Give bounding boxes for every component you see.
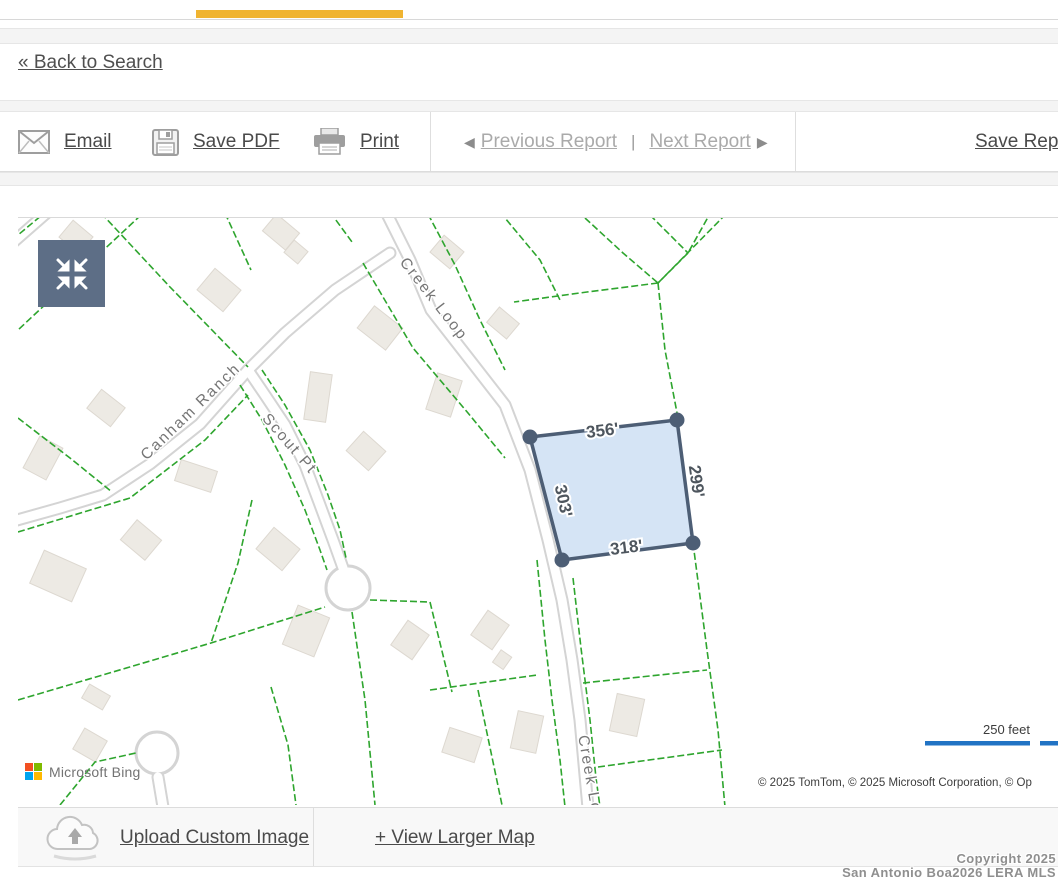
save-report-label[interactable]: Save Rep: [975, 131, 1058, 153]
divider-band-top: [0, 28, 1058, 44]
copyright-watermark: Copyright 2025 San Antonio Boa2026 LERA …: [842, 852, 1056, 880]
previous-report-label[interactable]: Previous Report: [481, 131, 617, 153]
previous-report-button[interactable]: ◀ Previous Report | Next Report ▶: [458, 112, 774, 172]
toolbar-separator-2: [795, 112, 796, 171]
scale-bar-segment-1: [925, 741, 1030, 746]
view-larger-map-button[interactable]: + View Larger Map: [375, 808, 535, 868]
parcel-dim-top: 356': [585, 419, 619, 442]
save-pdf-button[interactable]: Save PDF: [152, 112, 280, 172]
divider-band-bottom: [0, 172, 1058, 186]
toolbar-separator-1: [430, 112, 431, 171]
footer-separator: [313, 808, 314, 866]
scale-label: 250 feet: [983, 722, 1030, 737]
watermark-line2: San Antonio Boa2026 LERA MLS: [842, 866, 1056, 880]
scale-bar-segment-2: [1040, 741, 1058, 746]
report-toolbar: Email Save PDF Print ◀ Previou: [0, 112, 1058, 172]
active-tab-indicator[interactable]: [196, 10, 403, 18]
bing-logo-label: Microsoft Bing: [49, 764, 141, 780]
map-scale: 250 feet: [925, 722, 1058, 746]
street-label-canham-ranch: Canham Ranch: [138, 360, 245, 464]
map-container: 356' 299' 318' 303' Creek Loop Canham Ra…: [18, 217, 1058, 805]
microsoft-bing-logo[interactable]: Microsoft Bing: [25, 763, 141, 780]
street-label-creek-loop: Creek Loop: [396, 255, 471, 344]
map-attribution: © 2025 TomTom, © 2025 Microsoft Corporat…: [758, 777, 1032, 789]
divider-band-mid: [0, 100, 1058, 112]
print-button[interactable]: Print: [313, 112, 399, 172]
print-label[interactable]: Print: [360, 131, 399, 153]
save-report-button[interactable]: Save Rep: [975, 112, 1058, 172]
previous-arrow-icon: ◀: [458, 134, 481, 151]
microsoft-logo-icon: [25, 763, 42, 780]
next-arrow-icon: ▶: [751, 134, 774, 151]
upload-custom-image-label[interactable]: Upload Custom Image: [120, 827, 309, 849]
next-report-label[interactable]: Next Report: [649, 131, 750, 153]
cloud-upload-icon: [44, 815, 106, 861]
watermark-line1: Copyright 2025: [842, 852, 1056, 866]
email-label[interactable]: Email: [64, 131, 112, 153]
email-button[interactable]: Email: [18, 112, 112, 172]
printer-icon: [313, 128, 346, 156]
email-envelope-icon: [18, 130, 50, 154]
top-tab-strip: [0, 0, 1058, 20]
view-larger-map-label[interactable]: + View Larger Map: [375, 827, 535, 849]
collapse-arrows-icon: [55, 257, 89, 291]
back-to-search-link[interactable]: « Back to Search: [18, 52, 163, 73]
back-row: « Back to Search: [18, 52, 163, 74]
map-collapse-button[interactable]: [38, 240, 105, 307]
save-pdf-label[interactable]: Save PDF: [193, 131, 280, 153]
map-canvas[interactable]: 356' 299' 318' 303' Creek Loop Canham Ra…: [18, 218, 1058, 805]
floppy-disk-icon: [152, 129, 179, 156]
upload-custom-image-button[interactable]: Upload Custom Image: [44, 808, 309, 868]
parcel-dim-bottom: 318': [609, 536, 643, 559]
report-nav-separator: |: [617, 132, 649, 152]
